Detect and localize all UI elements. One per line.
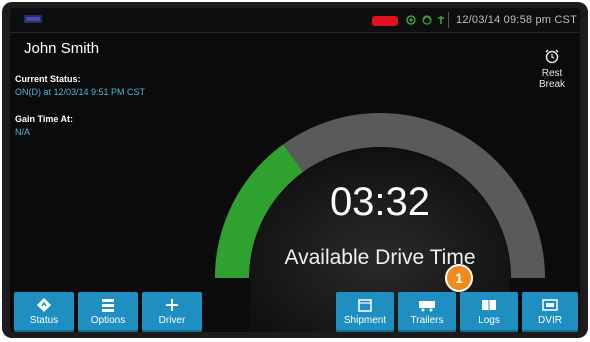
trailers-button-label: Trailers xyxy=(410,315,444,326)
status-button-label: Status xyxy=(29,315,59,326)
rest-break-line2: Break xyxy=(538,79,566,90)
card-icon xyxy=(542,299,558,311)
current-status-label: Current Status: xyxy=(15,74,81,84)
shipment-button-label: Shipment xyxy=(343,315,387,326)
status-button[interactable]: Status xyxy=(14,292,74,332)
driver-button[interactable]: Driver xyxy=(142,292,202,332)
options-button[interactable]: Options xyxy=(78,292,138,332)
dvir-button[interactable]: DVIR xyxy=(522,292,578,332)
driver-name: John Smith xyxy=(24,40,100,57)
rest-break-line1: Rest xyxy=(541,68,563,79)
book-icon xyxy=(482,300,496,311)
shipment-button[interactable]: Shipment xyxy=(336,292,394,332)
plus-icon xyxy=(166,299,178,311)
current-status-value: ON(D) at 12/03/14 9:51 PM CST xyxy=(15,87,146,97)
options-button-label: Options xyxy=(90,315,126,326)
dvir-button-label: DVIR xyxy=(538,315,562,326)
gain-time-value: N/A xyxy=(15,127,31,137)
eld-screen: 12/03/14 09:58 pm CST John Smith Current… xyxy=(10,8,580,332)
logs-button-label: Logs xyxy=(478,315,500,326)
driver-button-label: Driver xyxy=(158,315,186,326)
drive-time-readout: 03:32 xyxy=(329,180,431,224)
callout-badge: 1 xyxy=(445,264,473,292)
diamond-arrow-icon xyxy=(37,298,51,312)
box-icon xyxy=(358,299,372,312)
alarm-clock-icon xyxy=(545,49,559,64)
rest-break-button[interactable]: Rest Break xyxy=(530,40,574,104)
trailer-icon xyxy=(419,301,435,312)
list-icon xyxy=(102,299,114,312)
tablet-device: 12/03/14 09:58 pm CST John Smith Current… xyxy=(2,2,588,338)
trailers-button[interactable]: Trailers xyxy=(398,292,456,332)
gain-time-label: Gain Time At: xyxy=(15,114,74,124)
logs-button[interactable]: Logs xyxy=(460,292,518,332)
